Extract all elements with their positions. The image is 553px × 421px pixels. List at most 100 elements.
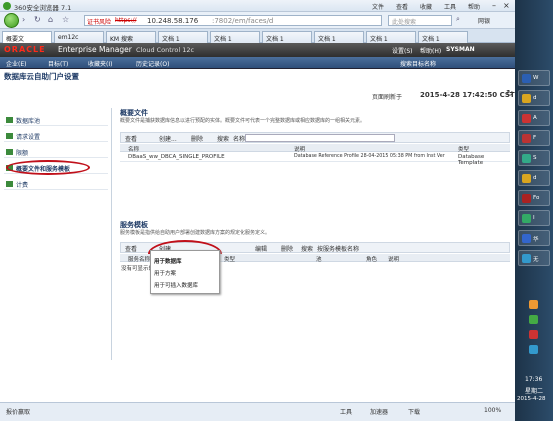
star-icon[interactable]: ☆ <box>62 15 69 24</box>
profiles-search-field[interactable]: 名称 <box>233 134 245 143</box>
url-path: :7802/em/faces/d <box>212 17 274 25</box>
taskbar-item-word[interactable]: W <box>518 70 550 86</box>
back-icon[interactable] <box>4 13 19 28</box>
menu-favorites[interactable]: 收藏 <box>420 2 432 11</box>
profile-desc: Database Reference Profile 28-04-2015 05… <box>294 154 445 159</box>
col-desc: 说明 <box>294 147 306 153</box>
windows-taskbar: W d A F S d Fo I 华 无 17:36 星期二 2015-4-28 <box>515 0 553 421</box>
refresh-time: 2015-4-28 17:42:50 CST <box>420 91 515 99</box>
url-input[interactable]: 证书风险 https:// 10.248.58.176 :7802/em/fac… <box>84 15 382 26</box>
bank-shield-label[interactable]: 网银 <box>478 16 490 25</box>
taskbar-item-d2[interactable]: d <box>518 170 550 186</box>
templates-view-menu[interactable]: 查看 <box>125 244 137 253</box>
profiles-toolbar: 查看 创建... 删除 搜索 名称 <box>120 132 510 143</box>
page-title: 数据库云自助门户设置 <box>4 72 79 81</box>
zoom-level[interactable]: 100% <box>484 407 501 414</box>
search-input[interactable]: 此处搜索 <box>388 15 452 26</box>
tab-km-search[interactable]: KM 搜索 <box>106 31 156 43</box>
help-menu[interactable]: 帮助(H) <box>420 46 441 55</box>
profiles-view-menu[interactable]: 查看 <box>125 134 137 143</box>
home-icon[interactable]: ⌂ <box>48 15 53 24</box>
minimize-icon[interactable]: – <box>492 1 496 10</box>
history-menu[interactable]: 历史记录(O) <box>136 59 169 68</box>
user-menu[interactable]: SYSMAN <box>446 46 475 53</box>
menu-item-pluggable[interactable]: 用于可插入数据库 <box>154 281 198 289</box>
templates-delete-button[interactable]: 删除 <box>281 244 293 253</box>
tab-doc-2[interactable]: 文档 1 <box>210 31 260 43</box>
sidebar-item-db-pool[interactable]: 数据库池 <box>4 114 108 126</box>
tray-icon-2[interactable] <box>529 315 538 324</box>
favorites-menu[interactable]: 收藏夹(I) <box>88 59 112 68</box>
refresh-icon[interactable]: ↻ <box>506 89 514 99</box>
url-host: 10.248.58.176 <box>147 17 199 25</box>
tab-doc-1[interactable]: 文档 1 <box>158 31 208 43</box>
taskbar-item-f[interactable]: F <box>518 130 550 146</box>
clock-weekday: 星期二 <box>525 388 544 395</box>
settings-menu[interactable]: 设置(S) <box>392 46 413 55</box>
col-desc: 说明 <box>388 257 400 263</box>
taskbar-item-d[interactable]: d <box>518 90 550 106</box>
tab-doc-6[interactable]: 文档 1 <box>418 31 468 43</box>
menu-help[interactable]: 帮助 <box>468 2 480 11</box>
cert-warning[interactable]: 证书风险 <box>87 17 111 26</box>
profiles-search-input[interactable] <box>245 134 395 142</box>
close-icon[interactable]: × <box>503 1 510 10</box>
profile-name[interactable]: DBaaS_ww_DBCA_SINGLE_PROFILE <box>128 154 225 160</box>
tab-doc-4[interactable]: 文档 1 <box>314 31 364 43</box>
browser-tabs: 概要文 em12c KM 搜索 文档 1 文档 1 文档 1 文档 1 文档 1… <box>0 29 515 43</box>
menu-item-schema[interactable]: 用于方案 <box>154 269 176 277</box>
taskbar-item-a[interactable]: A <box>518 110 550 126</box>
tab-doc-5[interactable]: 文档 1 <box>366 31 416 43</box>
tab-doc-3[interactable]: 文档 1 <box>262 31 312 43</box>
status-download[interactable]: 下载 <box>408 407 420 416</box>
reload-icon[interactable]: ↻ <box>34 15 41 24</box>
col-name: 名称 <box>128 147 140 153</box>
create-dropdown-menu: 用于数据库 用于方案 用于可插入数据库 <box>150 250 220 294</box>
forward-icon[interactable]: › <box>22 15 25 24</box>
profiles-desc: 概要文件是捕获数据库信息以进行预配的实体。概要文件可代表一个完整数据库或相应数据… <box>120 118 366 124</box>
menu-file[interactable]: 文件 <box>372 2 384 11</box>
taskbar-item-s[interactable]: S <box>518 150 550 166</box>
tray-icon-1[interactable] <box>529 300 538 309</box>
targets-menu[interactable]: 目标(T) <box>48 59 68 68</box>
table-row[interactable]: DBaaS_ww_DBCA_SINGLE_PROFILE Database Re… <box>120 153 510 166</box>
search-target-field[interactable]: 搜索目标名称 <box>400 59 436 68</box>
oracle-header: ORACLE Enterprise Manager Cloud Control … <box>0 43 515 57</box>
menu-view[interactable]: 查看 <box>396 2 408 11</box>
browser-titlebar: 360安全浏览器 7.1 文件 查看 收藏 工具 帮助 – × <box>0 0 515 12</box>
profiles-create-button[interactable]: 创建... <box>159 134 177 143</box>
col-type: 类型 <box>458 147 470 153</box>
clock-time[interactable]: 17:36 <box>525 376 542 383</box>
templates-search-field[interactable]: 按服务模板名称 <box>317 244 359 253</box>
pool-icon <box>6 117 13 123</box>
search-icon[interactable]: ⌕ <box>456 15 460 24</box>
sidebar-item-request-settings[interactable]: 请求设置 <box>4 130 108 142</box>
enterprise-menu[interactable]: 企业(E) <box>6 59 26 68</box>
sidebar-item-quota[interactable]: 限额 <box>4 146 108 158</box>
tray-icon-3[interactable] <box>529 330 538 339</box>
status-accelerator[interactable]: 加速器 <box>370 407 388 416</box>
taskbar-item-wu[interactable]: 无 <box>518 250 550 266</box>
highlight-oval <box>6 160 90 175</box>
templates-edit-button[interactable]: 编辑 <box>255 244 267 253</box>
col-pool: 池 <box>316 257 322 263</box>
em-menubar: 企业(E) 目标(T) 收藏夹(I) 历史记录(O) 搜索目标名称 <box>0 57 515 69</box>
templates-search-label: 搜索 <box>301 246 314 253</box>
tray-icon-4[interactable] <box>529 345 538 354</box>
taskbar-item-fo[interactable]: Fo <box>518 190 550 206</box>
clock-date: 2015-4-28 <box>517 396 546 402</box>
col-service-name: 服务名称 <box>128 257 151 263</box>
sidebar: 数据库池 请求设置 限额 概要文件和服务模板 计费 <box>0 108 112 360</box>
tab-em12c[interactable]: em12c <box>54 31 104 43</box>
menu-item-database[interactable]: 用于数据库 <box>154 257 182 265</box>
address-bar-row: › ↻ ⌂ ☆ 证书风险 https:// 10.248.58.176 :780… <box>0 12 515 29</box>
settings-icon <box>6 133 13 139</box>
profiles-delete-button[interactable]: 删除 <box>191 134 203 143</box>
taskbar-item-i[interactable]: I <box>518 210 550 226</box>
col-type: 类型 <box>224 257 236 263</box>
status-tools[interactable]: 工具 <box>340 407 352 416</box>
sidebar-item-billing[interactable]: 计费 <box>4 178 108 190</box>
taskbar-item-hua[interactable]: 华 <box>518 230 550 246</box>
menu-tools[interactable]: 工具 <box>444 2 456 11</box>
tab-profile[interactable]: 概要文 <box>2 31 52 43</box>
